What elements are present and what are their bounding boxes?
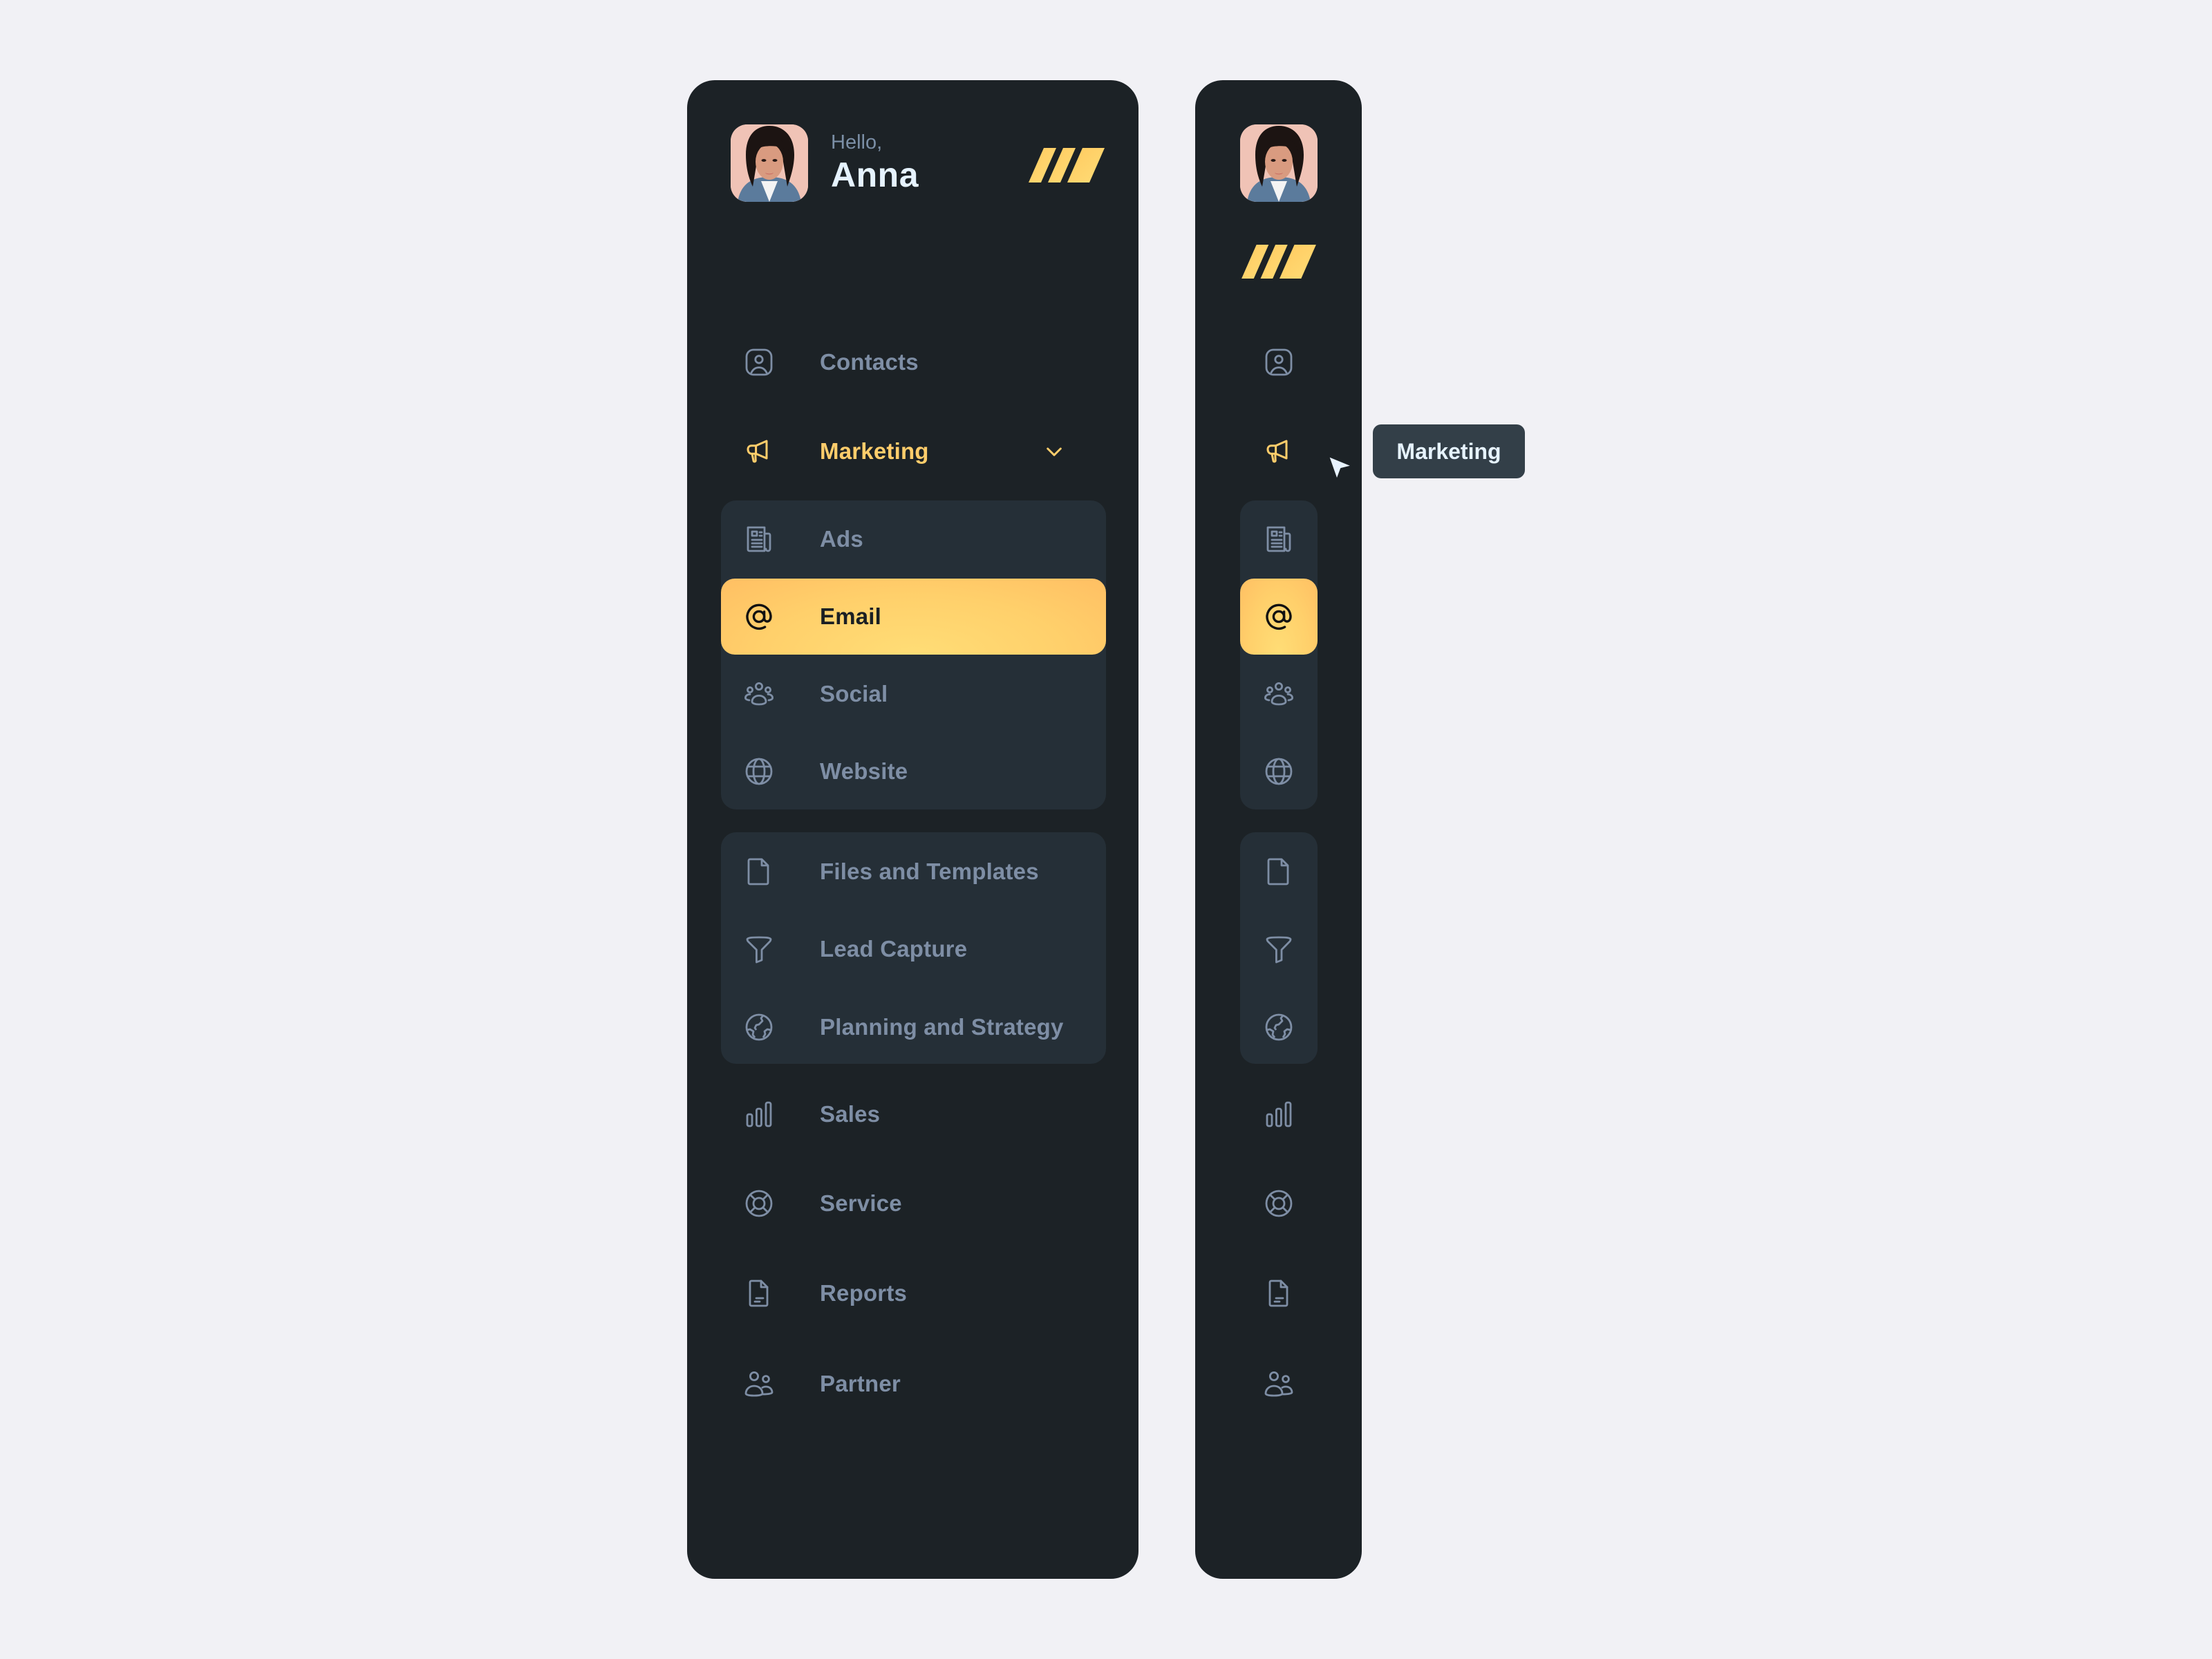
- sidebar-icon-contacts[interactable]: [1240, 324, 1318, 400]
- sidebar-item-marketing[interactable]: Marketing: [704, 413, 1089, 489]
- report-document-icon: [1262, 1277, 1295, 1310]
- sidebar-item-email[interactable]: Email: [721, 579, 1106, 655]
- people-group-icon: [1262, 677, 1295, 711]
- user-name: Anna: [831, 156, 919, 194]
- sidebar-icon-social[interactable]: [1240, 656, 1318, 732]
- file-icon: [1262, 855, 1295, 888]
- lifebuoy-icon: [742, 1187, 776, 1220]
- sidebar-item-label: Social: [820, 681, 888, 706]
- funnel-icon: [742, 932, 776, 966]
- report-document-icon: [742, 1277, 776, 1310]
- sidebar-item-label: Marketing: [820, 438, 929, 464]
- sidebar-item-label: Planning and Strategy: [820, 1014, 1064, 1040]
- sidebar-item-social[interactable]: Social: [704, 656, 1089, 732]
- sidebar-item-label: Website: [820, 758, 908, 784]
- sidebar-item-label: Lead Capture: [820, 936, 968, 962]
- megaphone-icon: [1262, 435, 1295, 468]
- sidebar-icon-partner[interactable]: [1240, 1346, 1318, 1422]
- avatar[interactable]: [1240, 124, 1318, 202]
- sidebar-icon-files-and-templates[interactable]: [1240, 834, 1318, 910]
- bar-chart-icon: [742, 1098, 776, 1131]
- users-icon: [1262, 1367, 1295, 1400]
- funnel-icon: [1262, 932, 1295, 966]
- sidebar-icon-sales[interactable]: [1240, 1076, 1318, 1152]
- sidebar-item-label: Email: [820, 603, 882, 629]
- sidebar-item-website[interactable]: Website: [704, 733, 1089, 809]
- contact-card-icon: [742, 346, 776, 379]
- sidebar-icon-ads[interactable]: [1240, 501, 1318, 577]
- sidebar-item-label: Contacts: [820, 349, 919, 375]
- sidebar-item-label: Files and Templates: [820, 859, 1039, 884]
- sidebar-item-service[interactable]: Service: [704, 1165, 1089, 1241]
- brand-logo[interactable]: [1029, 148, 1105, 182]
- contact-card-icon: [1262, 346, 1295, 379]
- chevron-down-icon[interactable]: [1043, 440, 1065, 462]
- users-icon: [742, 1367, 776, 1400]
- sidebar-icon-email[interactable]: [1240, 579, 1318, 655]
- file-icon: [742, 855, 776, 888]
- sidebar-item-label: Reports: [820, 1280, 908, 1306]
- sidebar-item-label: Ads: [820, 526, 863, 552]
- sidebar-item-contacts[interactable]: Contacts: [704, 324, 1089, 400]
- sidebar-item-files-and-templates[interactable]: Files and Templates: [704, 834, 1089, 910]
- sidebar-icon-reports[interactable]: [1240, 1255, 1318, 1331]
- sidebar-icon-service[interactable]: [1240, 1165, 1318, 1241]
- sidebar-item-partner[interactable]: Partner: [704, 1346, 1089, 1422]
- megaphone-icon: [742, 435, 776, 468]
- globe-icon: [742, 755, 776, 788]
- sidebar-item-sales[interactable]: Sales: [704, 1076, 1089, 1152]
- sidebar-expanded: Hello, Anna Contacts Marketing Ads Email…: [687, 80, 1138, 1579]
- lifebuoy-icon: [1262, 1187, 1295, 1220]
- brand-logo[interactable]: [1241, 245, 1316, 279]
- sidebar-icon-marketing[interactable]: [1240, 413, 1318, 489]
- sidebar-item-label: Service: [820, 1190, 902, 1216]
- sidebar-item-reports[interactable]: Reports: [704, 1255, 1089, 1331]
- sidebar-item-planning-and-strategy[interactable]: Planning and Strategy: [704, 989, 1089, 1065]
- sidebar-item-lead-capture[interactable]: Lead Capture: [704, 911, 1089, 987]
- tooltip-marketing: Marketing: [1373, 424, 1525, 478]
- bar-chart-icon: [1262, 1098, 1295, 1131]
- newspaper-icon: [742, 523, 776, 556]
- people-group-icon: [742, 677, 776, 711]
- avatar[interactable]: [731, 124, 808, 202]
- globe-icon: [1262, 755, 1295, 788]
- sidebar-item-ads[interactable]: Ads: [704, 501, 1089, 577]
- greeting-text: Hello,: [831, 131, 883, 153]
- sidebar-icon-lead-capture[interactable]: [1240, 911, 1318, 987]
- at-sign-icon: [1262, 600, 1295, 633]
- earth-icon: [1262, 1011, 1295, 1044]
- sidebar-collapsed: [1195, 80, 1362, 1579]
- at-sign-icon: [742, 600, 776, 633]
- newspaper-icon: [1262, 523, 1295, 556]
- sidebar-item-label: Sales: [820, 1101, 881, 1127]
- mouse-cursor-icon: [1326, 453, 1353, 484]
- sidebar-item-label: Partner: [820, 1371, 901, 1396]
- earth-icon: [742, 1011, 776, 1044]
- sidebar-icon-planning-and-strategy[interactable]: [1240, 989, 1318, 1065]
- sidebar-icon-website[interactable]: [1240, 733, 1318, 809]
